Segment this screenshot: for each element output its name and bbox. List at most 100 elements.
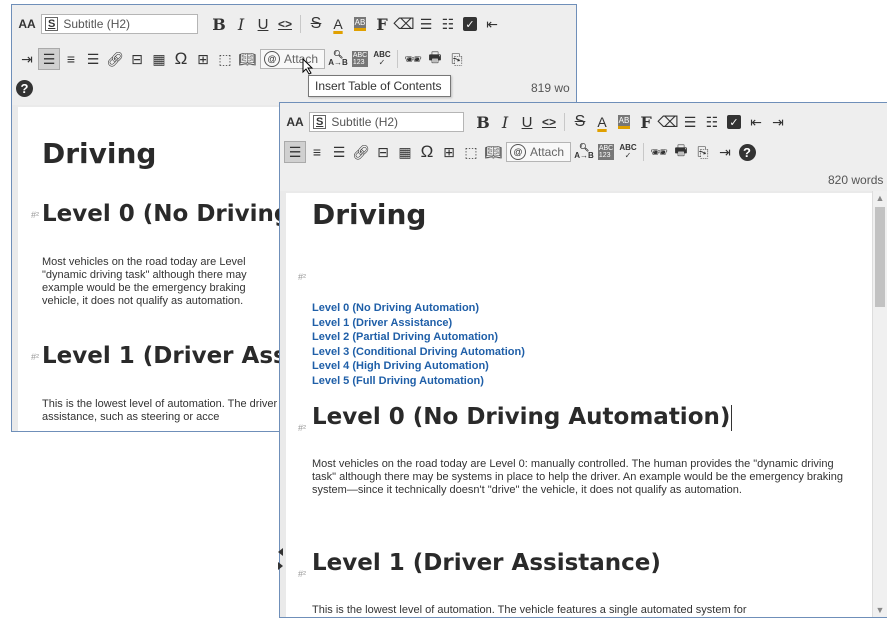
vertical-scrollbar[interactable]: ▲ ▼ [872,191,887,617]
heading-marker: #² [31,210,40,220]
separator [564,113,565,131]
strikethrough-icon[interactable]: S [569,111,591,133]
horizontal-rule-icon[interactable]: ⊟ [126,48,148,70]
toc-link-level-1[interactable]: Level 1 (Driver Assistance) [312,316,525,331]
toc-link-level-5[interactable]: Level 5 (Full Driving Automation) [312,374,525,389]
table-icon[interactable]: ⊞ [192,48,214,70]
subtitle-style-icon: S [45,17,59,31]
scroll-down-icon[interactable]: ▼ [873,603,887,617]
font-size-icon[interactable]: AA [284,111,306,133]
front-document-page[interactable]: Driving #² Level 0 (No Driving Automatio… [286,193,873,617]
bold-button[interactable]: B [208,13,230,35]
table-of-contents-icon[interactable]: 📖︎ [236,48,258,70]
print-icon[interactable]: 🖶︎ [424,48,446,70]
separator [397,50,399,68]
indent-icon[interactable]: ⇥ [767,111,789,133]
bold-button[interactable]: B [472,111,494,133]
heading-level-0: Level 0 (No Driving Automation) [312,404,733,431]
style-dropdown[interactable]: S Subtitle (H2) [309,112,464,132]
align-center-icon[interactable]: ≡ [306,141,328,163]
align-right-icon[interactable]: ☰ [328,141,350,163]
align-left-icon[interactable]: ☰ [38,48,60,70]
heading-level-1: Level 1 (Driver Assis [42,343,309,369]
strikethrough-icon[interactable]: S [305,13,327,35]
omega-icon[interactable]: Ω [170,48,192,70]
help-icon[interactable]: ? [738,143,756,161]
link-icon[interactable]: 🔗︎ [104,48,126,70]
italic-button[interactable]: I [494,111,516,133]
table-icon[interactable]: ⊞ [438,141,460,163]
align-left-icon[interactable]: ☰ [284,141,306,163]
heading-marker: #² [298,272,307,282]
spellcheck-icon[interactable]: ABC ✓ [371,48,393,70]
font-color-icon[interactable]: A [591,111,613,133]
table-of-contents-icon[interactable]: 📖︎ [482,141,504,163]
bulleted-list-icon[interactable]: ☰ [415,13,437,35]
incognito-icon[interactable]: 🕶︎ [648,141,670,163]
export-icon[interactable]: ⎘ [446,48,468,70]
underline-button[interactable]: U [252,13,274,35]
front-toolbar-row-1: AA S Subtitle (H2) B I U <> S A AB F ⌫ ☰… [284,111,789,133]
checklist-icon[interactable]: ✓ [459,13,481,35]
eraser-icon[interactable]: ⌫ [393,13,415,35]
heading-marker: #² [298,423,307,433]
find-replace-icon[interactable]: 🔍︎ A→B [573,141,595,163]
toc-link-level-0[interactable]: Level 0 (No Driving Automation) [312,301,525,316]
indent-icon[interactable]: ⇥ [16,48,38,70]
word-count-icon[interactable]: ABC 123 [349,48,371,70]
mouse-cursor-icon [302,58,314,75]
frame-icon[interactable]: ⬚ [214,48,236,70]
font-family-icon[interactable]: F [371,13,393,35]
collapse-icon[interactable]: ⇥ [714,141,736,163]
bulleted-list-icon[interactable]: ☰ [679,111,701,133]
resize-markers [278,548,284,618]
outdent-icon[interactable]: ⇤ [745,111,767,133]
numbered-list-icon[interactable]: ☷ [701,111,723,133]
subtitle-style-icon: S [313,115,327,129]
paragraph-level-1: This is the lowest level of automation. … [42,398,278,423]
italic-button[interactable]: I [230,13,252,35]
word-count: 819 wo [531,81,570,95]
numbered-list-icon[interactable]: ☷ [437,13,459,35]
eraser-icon[interactable]: ⌫ [657,111,679,133]
calendar-icon[interactable]: ▦ [148,48,170,70]
font-family-icon[interactable]: F [635,111,657,133]
toc-link-level-2[interactable]: Level 2 (Partial Driving Automation) [312,330,525,345]
code-icon[interactable]: <> [538,111,560,133]
underline-button[interactable]: U [516,111,538,133]
help-icon[interactable]: ? [16,79,33,97]
highlight-icon[interactable]: AB [613,111,635,133]
omega-icon[interactable]: Ω [416,141,438,163]
word-count-icon[interactable]: ABC 123 [595,141,617,163]
link-icon[interactable]: 🔗︎ [350,141,372,163]
toc-link-level-4[interactable]: Level 4 (High Driving Automation) [312,359,525,374]
font-color-icon[interactable]: A [327,13,349,35]
frame-icon[interactable]: ⬚ [460,141,482,163]
style-dropdown[interactable]: S Subtitle (H2) [41,14,198,34]
horizontal-rule-icon[interactable]: ⊟ [372,141,394,163]
incognito-icon[interactable]: 🕶︎ [402,48,424,70]
scroll-thumb[interactable] [875,207,885,307]
text-cursor [731,404,733,431]
print-icon[interactable]: 🖶︎ [670,141,692,163]
attach-label: Attach [530,145,565,159]
outdent-icon[interactable]: ⇤ [481,13,503,35]
document-title: Driving [42,137,157,170]
align-center-icon[interactable]: ≡ [60,48,82,70]
help-icon-wrap[interactable]: ? [736,141,758,163]
calendar-icon[interactable]: ▦ [394,141,416,163]
spellcheck-icon[interactable]: ABC ✓ [617,141,639,163]
toc-link-level-3[interactable]: Level 3 (Conditional Driving Automation) [312,345,525,360]
highlight-icon[interactable]: AB [349,13,371,35]
align-right-icon[interactable]: ☰ [82,48,104,70]
style-dropdown-value: Subtitle (H2) [63,17,131,31]
paperclip-icon: @ [264,51,280,67]
font-size-icon[interactable]: AA [16,13,38,35]
checklist-icon[interactable]: ✓ [723,111,745,133]
attach-button[interactable]: @ Attach [260,49,326,69]
export-icon[interactable]: ⎘ [692,141,714,163]
scroll-up-icon[interactable]: ▲ [873,191,887,205]
attach-button[interactable]: @ Attach [506,142,572,162]
find-replace-icon[interactable]: 🔍︎ A→B [327,48,349,70]
code-icon[interactable]: <> [274,13,296,35]
